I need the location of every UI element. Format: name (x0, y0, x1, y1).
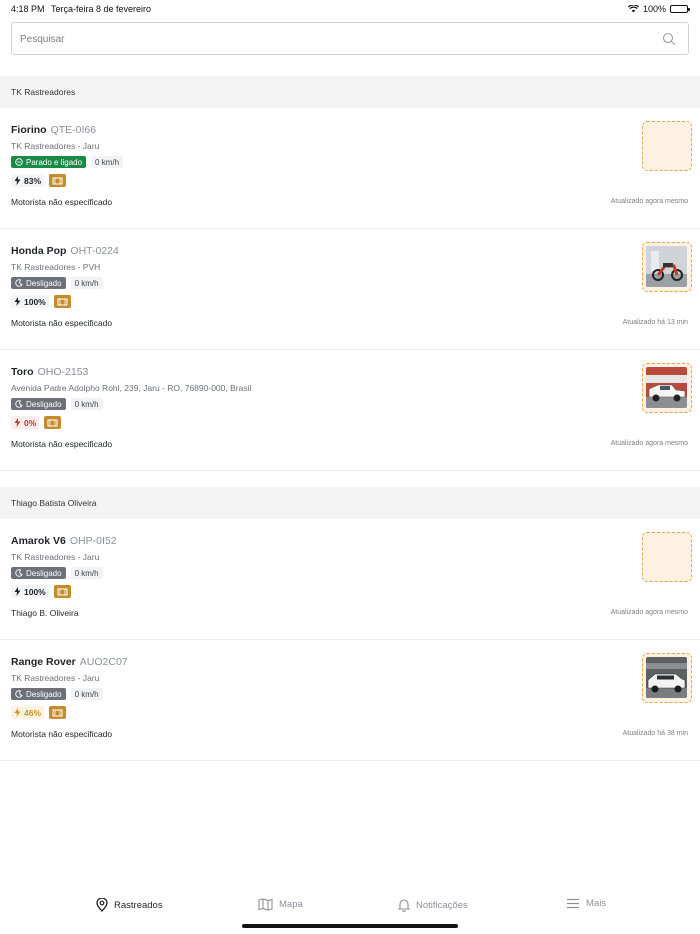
status-badge: Parado e ligado (11, 156, 87, 168)
vehicle-name: Honda Pop OHT-0224 (11, 245, 119, 257)
location-pin-icon (96, 898, 108, 912)
lightning-icon (14, 708, 21, 717)
vehicle-photo-pickup[interactable] (642, 363, 692, 413)
driver-label: Thiago B. Oliveira (11, 608, 79, 618)
status-badge: Desligado (11, 688, 66, 700)
battery-percent: 100% (642, 4, 666, 14)
battery-icon (670, 5, 690, 13)
menu-icon (567, 898, 579, 909)
tab-rastreados[interactable]: Rastreados (96, 898, 163, 912)
vehicle-location: TK Rastreadores - Jaru (11, 673, 100, 683)
moon-icon (15, 400, 23, 408)
updated-label: Atualizado agora mesmo (610, 609, 688, 616)
vehicle-location: TK Rastreadores - Jaru (11, 552, 100, 562)
vehicle-plate: QTE-0I66 (50, 124, 97, 136)
lightning-icon (14, 587, 21, 596)
speed-label: 0 km/h (70, 398, 103, 410)
map-icon (258, 898, 273, 911)
tab-mais[interactable]: Mais (566, 898, 606, 909)
moon-icon (15, 279, 23, 287)
vehicle-name: Fiorino QTE-0I66 (11, 124, 97, 136)
search-input[interactable] (20, 32, 640, 46)
home-indicator[interactable] (242, 924, 458, 928)
status-bar: 4:18 PM Terça-feira 8 de fevereiro 100% (0, 0, 700, 18)
status-date: Terça-feira 8 de fevereiro (51, 4, 152, 14)
relay-icon (53, 585, 71, 598)
vehicle-photo-suv[interactable] (642, 653, 692, 703)
updated-label: Atualizado há 13 min (622, 319, 688, 326)
speed-label: 0 km/h (91, 156, 124, 168)
group-header: Thiago Batista Oliveira (0, 487, 700, 519)
driver-label: Motorista não especificado (11, 729, 113, 739)
search-box[interactable] (11, 22, 689, 55)
battery-level: 100% (11, 585, 49, 598)
driver-label: Motorista não especificado (11, 439, 113, 449)
vehicle-location: TK Rastreadores - Jaru (11, 141, 100, 151)
tab-mapa[interactable]: Mapa (258, 898, 303, 911)
moon-icon (15, 569, 23, 577)
status-badge: Desligado (11, 398, 66, 410)
search-icon[interactable] (662, 32, 676, 46)
group-header: TK Rastreadores (0, 76, 700, 108)
vehicle-location: Avenida Padre Adolpho Rohl, 239, Jaru - … (11, 383, 252, 393)
driver-label: Motorista não especificado (11, 197, 113, 207)
updated-label: Atualizado agora mesmo (610, 198, 688, 205)
moon-icon (15, 690, 23, 698)
vehicle-plate: OHT-0224 (70, 245, 119, 257)
updated-label: Atualizado há 38 min (622, 730, 688, 737)
driver-label: Motorista não especificado (11, 318, 113, 328)
wifi-icon (627, 5, 639, 13)
lightning-icon (14, 176, 21, 185)
tracker-item[interactable]: Range Rover AUO2C07 TK Rastreadores - Jar… (0, 640, 700, 761)
vehicle-name: Amarok V6 OHP-0I52 (11, 535, 117, 547)
battery-level: 0% (11, 416, 40, 429)
lightning-icon (14, 418, 21, 427)
speed-label: 0 km/h (70, 277, 103, 289)
vehicle-plate: AUO2C07 (79, 656, 128, 668)
status-badge: Desligado (11, 567, 66, 579)
vehicle-name: Range Rover AUO2C07 (11, 656, 128, 668)
minus-circle-icon (15, 158, 23, 166)
vehicle-photo-placeholder[interactable] (642, 121, 692, 171)
battery-level: 46% (11, 706, 45, 719)
vehicle-name: Toro OHO-2153 (11, 366, 89, 378)
tracker-item[interactable]: Toro OHO-2153 Avenida Padre Adolpho Rohl,… (0, 350, 700, 471)
updated-label: Atualizado agora mesmo (610, 440, 688, 447)
relay-icon (44, 416, 62, 429)
bell-icon (398, 899, 410, 912)
battery-level: 100% (11, 295, 49, 308)
vehicle-plate: OHO-2153 (37, 366, 89, 378)
relay-icon (49, 174, 67, 187)
speed-label: 0 km/h (70, 567, 103, 579)
vehicle-photo-placeholder[interactable] (642, 532, 692, 582)
tracker-item[interactable]: Amarok V6 OHP-0I52 TK Rastreadores - Jaru… (0, 519, 700, 640)
tracker-item[interactable]: Honda Pop OHT-0224 TK Rastreadores - PVH … (0, 229, 700, 350)
lightning-icon (14, 297, 21, 306)
status-time: 4:18 PM (11, 4, 45, 14)
speed-label: 0 km/h (70, 688, 103, 700)
vehicle-photo-motorcycle[interactable] (642, 242, 692, 292)
battery-level: 83% (11, 174, 45, 187)
relay-icon (49, 706, 67, 719)
vehicle-plate: OHP-0I52 (69, 535, 117, 547)
tracker-item[interactable]: Fiorino QTE-0I66 TK Rastreadores - Jaru P… (0, 108, 700, 229)
relay-icon (53, 295, 71, 308)
vehicle-location: TK Rastreadores - PVH (11, 262, 101, 272)
status-badge: Desligado (11, 277, 66, 289)
tab-notificacoes[interactable]: Notificações (398, 898, 468, 912)
